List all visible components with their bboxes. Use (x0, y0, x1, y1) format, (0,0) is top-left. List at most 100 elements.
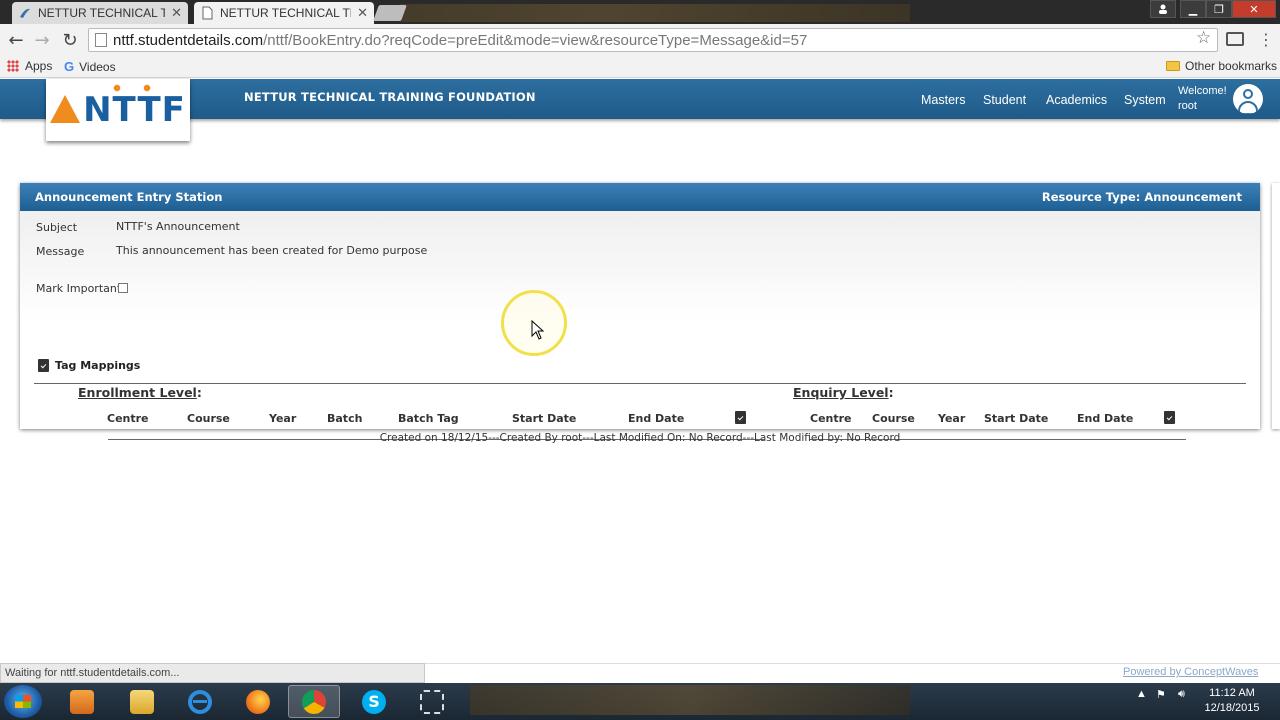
file-explorer-icon[interactable] (116, 685, 168, 718)
enquiry-col-year: Year (938, 412, 966, 425)
close-window-icon[interactable]: ✕ (1232, 0, 1276, 18)
forward-arrow-icon[interactable]: → (32, 30, 52, 51)
enrollment-col-batch-tag: Batch Tag (398, 412, 459, 425)
enrollment-level-text: Enrollment Level (78, 385, 197, 400)
google-icon: G (64, 59, 75, 74)
bookmark-videos-label: Videos (79, 59, 116, 74)
tab-nettur-1[interactable]: NETTUR TECHNICAL TRAI ✕ (12, 2, 188, 24)
mark-important-label: Mark Important (36, 282, 122, 295)
avatar-head (1243, 89, 1253, 99)
tab-title: NETTUR TECHNICAL TRAI (220, 6, 351, 20)
subject-label: Subject (36, 221, 78, 234)
clock-date: 12/18/2015 (1204, 702, 1260, 714)
enrollment-level-title: Enrollment Level: (78, 385, 202, 400)
media-player-icon[interactable] (56, 685, 108, 718)
powered-by-link[interactable]: Powered by ConceptWaves (1123, 666, 1258, 678)
panel-header: Announcement Entry Station Resource Type… (20, 183, 1260, 211)
panel-title: Announcement Entry Station (35, 190, 223, 204)
apps-grid-icon (7, 60, 19, 72)
nav-system[interactable]: System (1124, 93, 1166, 107)
enrollment-col-course: Course (187, 412, 230, 425)
enrollment-col-centre: Centre (107, 412, 149, 425)
welcome-block: Welcome! root (1178, 84, 1227, 114)
welcome-text: Welcome! (1178, 85, 1227, 97)
back-arrow-icon[interactable]: ← (6, 30, 26, 51)
org-name: NETTUR TECHNICAL TRAINING FOUNDATION (244, 90, 536, 104)
system-clock[interactable]: 11:12 AM 12/18/2015 (1200, 686, 1264, 716)
avatar-body (1238, 101, 1258, 114)
minimize-icon[interactable]: ▁ (1180, 0, 1206, 18)
username: root (1178, 100, 1197, 112)
url-host: nttf.studentdetails.com (113, 31, 264, 49)
enrollment-col-start-date: Start Date (512, 412, 577, 425)
close-tab-icon[interactable]: ✕ (171, 5, 182, 21)
tab-title: NETTUR TECHNICAL TRAI (38, 6, 166, 20)
bookmark-star-icon[interactable]: ☆ (1196, 28, 1211, 48)
new-tab-button[interactable] (373, 5, 407, 21)
internet-explorer-icon[interactable] (174, 685, 226, 718)
nav-masters[interactable]: Masters (921, 93, 965, 107)
page-icon (200, 6, 214, 20)
logo-triangle (50, 95, 81, 123)
enrollment-col-year: Year (269, 412, 297, 425)
snipping-tool-icon[interactable] (406, 685, 458, 718)
enquiry-level-title: Enquiry Level: (793, 385, 894, 400)
nav-student[interactable]: Student (983, 93, 1026, 107)
restore-icon[interactable]: ❐ (1206, 0, 1232, 18)
other-bookmarks-label: Other bookmarks (1185, 59, 1278, 73)
url-path: /nttf/BookEntry.do?reqCode=preEdit&mode=… (263, 31, 808, 49)
taskbar-background (470, 685, 910, 715)
user-profile-icon[interactable] (1150, 0, 1176, 18)
enquiry-col-start-date: Start Date (984, 412, 1049, 425)
logo-mark: NTTF (50, 84, 186, 130)
bookmark-videos[interactable]: G Videos (64, 59, 116, 74)
enrollment-add-icon[interactable] (735, 411, 746, 424)
titlebar-background (400, 4, 910, 22)
logo-dots (102, 84, 163, 92)
chrome-icon[interactable] (288, 685, 340, 718)
announcement-panel: Announcement Entry Station Resource Type… (20, 183, 1260, 440)
tab-nettur-2[interactable]: NETTUR TECHNICAL TRAI ✕ (194, 2, 374, 24)
action-center-flag-icon[interactable]: ⚑ (1156, 688, 1166, 701)
address-bar[interactable]: nttf.studentdetails.com/nttf/BookEntry.d… (88, 28, 1218, 52)
start-button[interactable] (4, 685, 42, 718)
firefox-icon[interactable] (232, 685, 284, 718)
mouse-pointer-icon (531, 319, 545, 343)
enquiry-col-end-date: End Date (1077, 412, 1134, 425)
browser-toolbar: ← → ↻ nttf.studentdetails.com/nttf/BookE… (0, 24, 1280, 56)
other-bookmarks[interactable]: Other bookmarks (1166, 59, 1277, 73)
enquiry-col-course: Course (872, 412, 915, 425)
logo-text: NTTF (83, 90, 186, 130)
folder-icon (1166, 61, 1180, 71)
panel-body: Subject NTTF's Announcement Message This… (20, 211, 1260, 440)
divider (34, 383, 1246, 384)
enrollment-col-batch: Batch (327, 412, 363, 425)
mark-important-checkbox[interactable] (118, 283, 128, 293)
enrollment-level-colon: : (196, 385, 202, 400)
resource-type: Resource Type: Announcement (1041, 190, 1242, 204)
message-value: This announcement has been created for D… (116, 244, 428, 257)
message-label: Message (36, 245, 85, 258)
site-favicon-icon (18, 6, 32, 20)
subject-value: NTTF's Announcement (116, 220, 240, 233)
page-icon (95, 33, 107, 47)
reload-icon[interactable]: ↻ (60, 30, 80, 51)
nttf-logo[interactable]: NTTF (46, 79, 190, 141)
enquiry-add-icon[interactable] (1164, 411, 1175, 424)
bookmark-apps-label: Apps (25, 59, 53, 73)
windows-taskbar: S (0, 683, 1280, 720)
nav-academics[interactable]: Academics (1046, 93, 1107, 107)
window-titlebar: NETTUR TECHNICAL TRAI ✕ NETTUR TECHNICAL… (0, 0, 1280, 24)
cast-icon[interactable] (1226, 32, 1244, 46)
enquiry-level-colon: : (888, 385, 894, 400)
show-hidden-icons[interactable]: ▲ (1136, 688, 1147, 700)
user-avatar-icon[interactable] (1233, 84, 1263, 114)
volume-icon[interactable]: 🔊︎ (1178, 688, 1185, 701)
close-tab-icon[interactable]: ✕ (357, 5, 368, 21)
menu-icon[interactable]: ⋮ (1258, 30, 1274, 49)
browser-status: Waiting for nttf.studentdetails.com... (0, 663, 425, 683)
clock-time: 11:12 AM (1209, 687, 1255, 699)
bookmark-apps[interactable]: Apps (7, 59, 52, 73)
enquiry-level-text: Enquiry Level (793, 385, 889, 400)
skype-icon[interactable]: S (348, 685, 400, 718)
